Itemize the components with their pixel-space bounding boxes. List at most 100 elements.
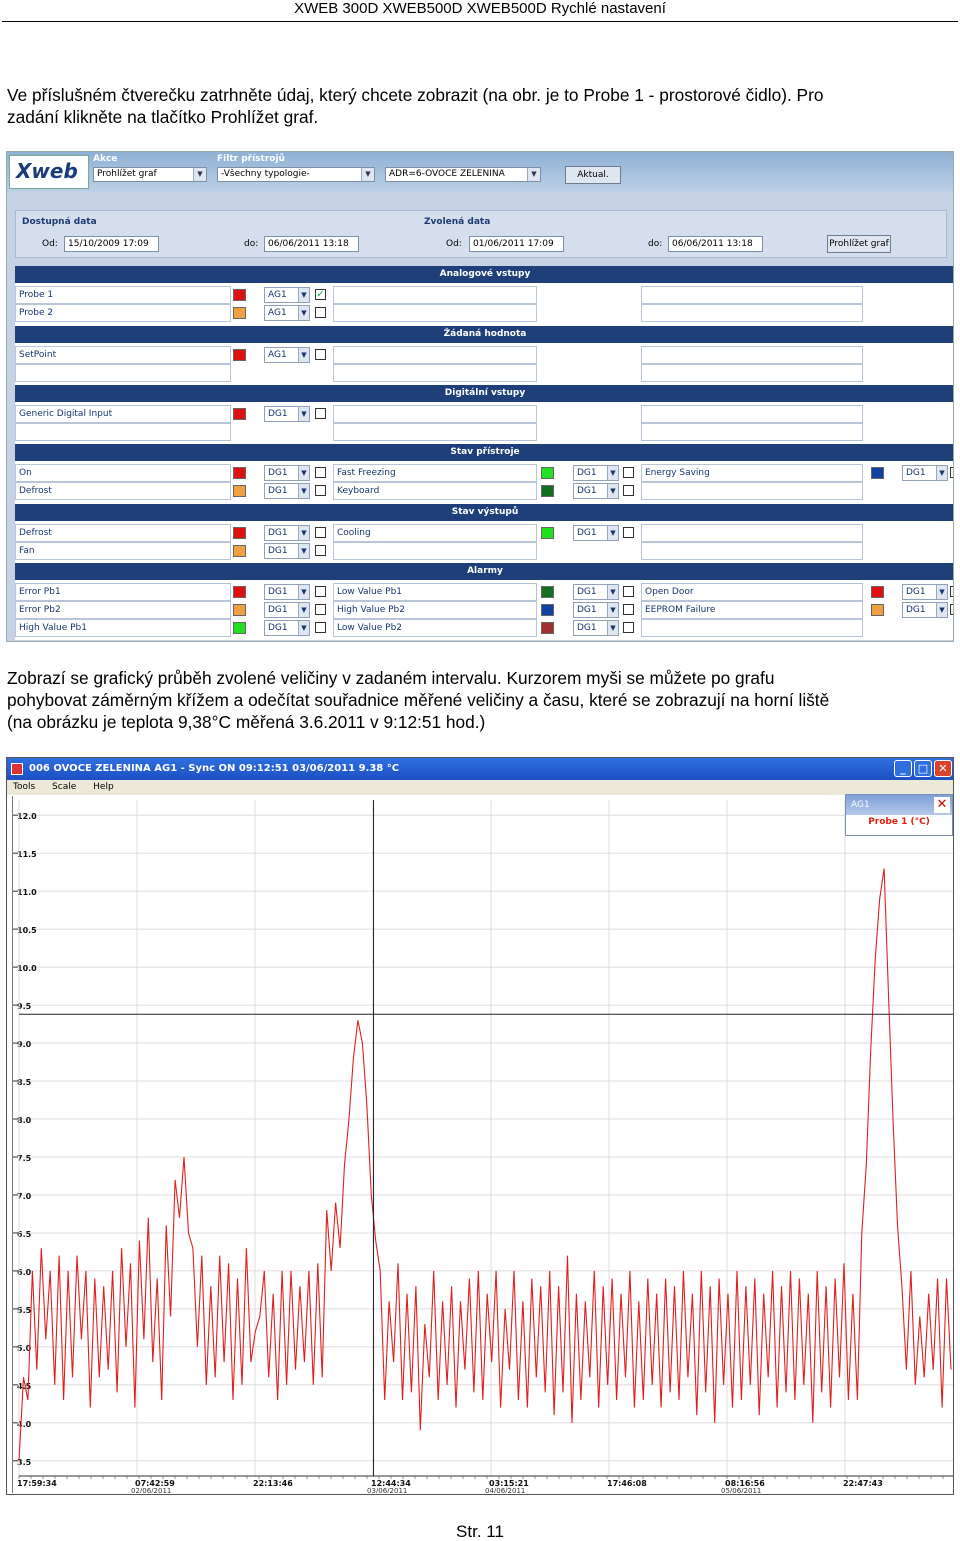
- show-checkbox[interactable]: [315, 349, 326, 360]
- grid-row: Fan DG1 ▼: [15, 542, 953, 560]
- color-swatch[interactable]: [871, 586, 884, 598]
- show-checkbox[interactable]: [623, 485, 634, 496]
- show-checkbox[interactable]: [315, 467, 326, 478]
- color-swatch[interactable]: [541, 622, 554, 634]
- device-value: ADR=6-OVOCE ZELENINA: [389, 169, 505, 179]
- menu-help[interactable]: Help: [93, 782, 114, 792]
- device-select[interactable]: ADR=6-OVOCE ZELENINA ▼: [385, 167, 541, 182]
- menu-tools[interactable]: Tools: [13, 782, 35, 792]
- color-swatch[interactable]: [541, 604, 554, 616]
- aktual-button[interactable]: Aktual.: [565, 166, 621, 184]
- do-label: do:: [648, 239, 663, 249]
- color-swatch[interactable]: [541, 485, 554, 497]
- color-swatch[interactable]: [233, 467, 246, 479]
- chart-window-screenshot: 006 OVOCE ZELENINA AG1 - Sync ON 09:12:5…: [6, 757, 954, 1495]
- show-checkbox[interactable]: [315, 408, 326, 419]
- empty-cell: [333, 346, 537, 364]
- axis-select[interactable]: DG1 ▼: [264, 525, 310, 541]
- minimize-icon[interactable]: _: [894, 760, 912, 777]
- xweb-logo: Xweb: [9, 155, 89, 189]
- y-tick-label: 12.0: [17, 812, 37, 821]
- axis-select[interactable]: DG1 ▼: [573, 465, 619, 481]
- chevron-down-icon: ▼: [298, 288, 309, 302]
- axis-select[interactable]: DG1 ▼: [573, 602, 619, 618]
- axis-select[interactable]: DG1 ▼: [264, 584, 310, 600]
- color-swatch[interactable]: [541, 467, 554, 479]
- show-checkbox[interactable]: ✓: [315, 289, 326, 300]
- close-icon[interactable]: ✕: [934, 760, 952, 777]
- color-swatch[interactable]: [233, 307, 246, 319]
- color-swatch[interactable]: [233, 349, 246, 361]
- axis-select[interactable]: DG1 ▼: [264, 406, 310, 422]
- axis-select[interactable]: DG1 ▼: [902, 602, 948, 618]
- axis-select[interactable]: AG1 ▼: [264, 347, 310, 363]
- grid-row: Probe 1 AG1 ▼ ✓: [15, 286, 953, 304]
- selected-from-input[interactable]: 01/06/2011 17:09: [469, 236, 564, 252]
- show-checkbox[interactable]: [623, 527, 634, 538]
- color-swatch[interactable]: [233, 545, 246, 557]
- chevron-down-icon: ▼: [298, 466, 309, 480]
- color-swatch[interactable]: [233, 485, 246, 497]
- color-swatch[interactable]: [233, 408, 246, 420]
- show-checkbox[interactable]: [315, 604, 326, 615]
- show-checkbox[interactable]: [623, 622, 634, 633]
- show-checkbox[interactable]: [623, 467, 634, 478]
- show-checkbox[interactable]: [315, 622, 326, 633]
- show-checkbox[interactable]: [315, 485, 326, 496]
- filtr-select[interactable]: -Všechny typologie- ▼: [217, 167, 375, 182]
- plot-area[interactable]: 12.0 11.5 11.0 10.5 10.0 9.5 9.0 8.5 8.0 7.5 7.0 6.…: [12, 796, 953, 1494]
- axis-select[interactable]: DG1 ▼: [264, 483, 310, 499]
- available-from-input[interactable]: 15/10/2009 17:09: [64, 236, 159, 252]
- show-checkbox[interactable]: [315, 527, 326, 538]
- show-checkbox[interactable]: [950, 586, 953, 597]
- maximize-icon[interactable]: □: [914, 760, 932, 777]
- axis-select[interactable]: AG1 ▼: [264, 305, 310, 321]
- color-swatch[interactable]: [233, 527, 246, 539]
- show-checkbox[interactable]: [623, 586, 634, 597]
- color-swatch[interactable]: [541, 527, 554, 539]
- show-checkbox[interactable]: [950, 467, 953, 478]
- axis-select[interactable]: DG1 ▼: [264, 543, 310, 559]
- variable-label: Keyboard: [333, 482, 537, 500]
- color-swatch[interactable]: [233, 289, 246, 301]
- axis-select[interactable]: DG1 ▼: [902, 465, 948, 481]
- axis-select[interactable]: DG1 ▼: [573, 620, 619, 636]
- variable-label: Open Door: [641, 583, 863, 601]
- selected-to-input[interactable]: 06/06/2011 13:18: [668, 236, 763, 252]
- chevron-down-icon: ▼: [607, 526, 618, 540]
- empty-cell: [641, 542, 863, 560]
- axis-select[interactable]: DG1 ▼: [264, 465, 310, 481]
- color-swatch[interactable]: [541, 586, 554, 598]
- axis-select[interactable]: DG1 ▼: [573, 584, 619, 600]
- color-swatch[interactable]: [233, 604, 246, 616]
- axis-select[interactable]: DG1 ▼: [264, 602, 310, 618]
- chevron-down-icon: ▼: [298, 484, 309, 498]
- menu-scale[interactable]: Scale: [52, 782, 76, 792]
- chevron-down-icon: ▼: [298, 603, 309, 617]
- show-checkbox[interactable]: [315, 545, 326, 556]
- xweb-chart-setup-screenshot: Xweb Akce Prohlížet graf ▼ Filtr přístroj…: [6, 151, 954, 642]
- line-chart[interactable]: 12.011.511.010.510.09.59.08.58.07.57.06.…: [13, 796, 953, 1494]
- color-swatch[interactable]: [233, 622, 246, 634]
- axis-select[interactable]: DG1 ▼: [573, 525, 619, 541]
- show-checkbox[interactable]: [315, 586, 326, 597]
- axis-select[interactable]: DG1 ▼: [902, 584, 948, 600]
- axis-select[interactable]: AG1 ▼: [264, 287, 310, 303]
- show-checkbox[interactable]: [315, 307, 326, 318]
- color-swatch[interactable]: [233, 586, 246, 598]
- show-checkbox[interactable]: [623, 604, 634, 615]
- color-swatch[interactable]: [871, 467, 884, 479]
- prohlizet-graf-button[interactable]: Prohlížet graf: [827, 235, 891, 253]
- grid-row: High Value Pb1 DG1 ▼ Low Value Pb2 DG1 ▼: [15, 619, 953, 637]
- available-to-input[interactable]: 06/06/2011 13:18: [264, 236, 359, 252]
- close-icon[interactable]: ✕: [934, 797, 950, 813]
- akce-select[interactable]: Prohlížet graf ▼: [93, 167, 207, 182]
- show-checkbox[interactable]: [950, 604, 953, 615]
- available-data-label: Dostupná data: [22, 217, 97, 227]
- x-tick-label: 22:13:46: [253, 1479, 293, 1488]
- axis-select[interactable]: DG1 ▼: [264, 620, 310, 636]
- empty-cell: [333, 405, 537, 423]
- axis-select[interactable]: DG1 ▼: [573, 483, 619, 499]
- color-swatch[interactable]: [871, 604, 884, 616]
- od-label: Od:: [446, 239, 462, 249]
